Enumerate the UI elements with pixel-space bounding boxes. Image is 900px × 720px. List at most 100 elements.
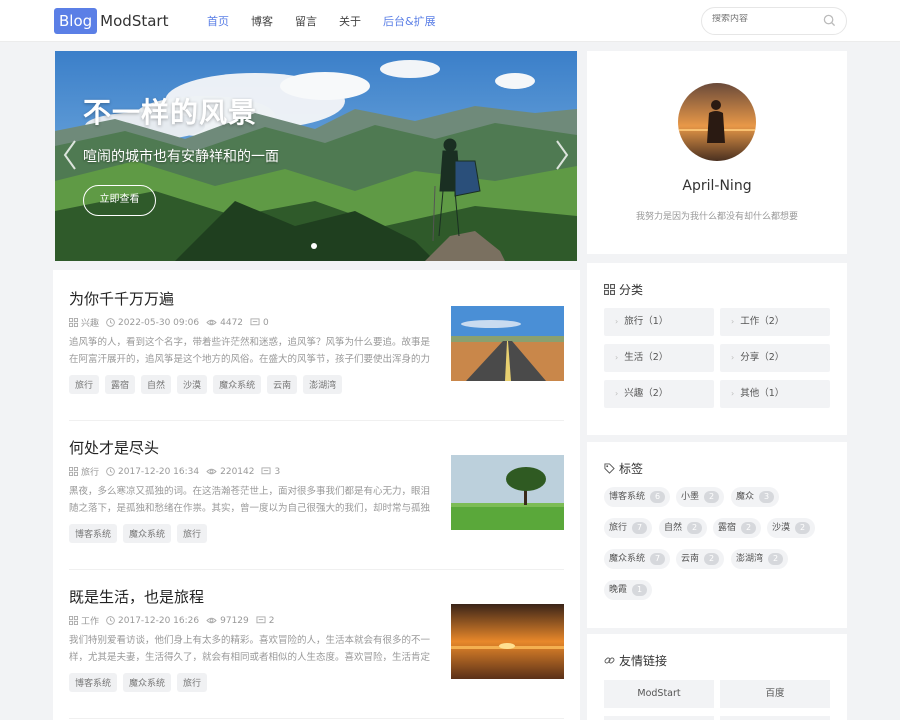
post-tag[interactable]: 博客系统 xyxy=(69,673,118,692)
post-thumbnail-tree[interactable] xyxy=(451,455,564,530)
post-category[interactable]: 工作 xyxy=(69,614,99,627)
search-box[interactable] xyxy=(701,7,847,35)
profile-name: April-Ning xyxy=(682,178,752,194)
comment-icon xyxy=(250,318,260,326)
tag-count: 7 xyxy=(632,522,648,534)
search-input[interactable] xyxy=(712,14,812,24)
site-logo[interactable]: Blog ModStart xyxy=(54,8,168,34)
post-views: 220142 xyxy=(206,467,254,477)
post-tag[interactable]: 旅行 xyxy=(177,524,208,543)
post-thumbnail-sunset[interactable] xyxy=(451,604,564,679)
post-category[interactable]: 兴趣 xyxy=(69,316,99,329)
tag-chip[interactable]: 旅行 7 xyxy=(604,518,653,538)
link-icon xyxy=(604,657,615,664)
banner-view-button[interactable]: 立即查看 xyxy=(83,185,156,216)
category-item[interactable]: › 旅行（1） xyxy=(604,308,714,336)
tag-chip[interactable]: 云南 2 xyxy=(676,549,725,569)
post-item[interactable]: 为你千千万万遍 兴趣 2022-05-30 09:06 4472 0 追风筝的人… xyxy=(69,288,564,394)
tag-count: 2 xyxy=(768,553,784,565)
friend-link[interactable]: ModStart xyxy=(604,680,714,708)
post-tag[interactable]: 博客系统 xyxy=(69,524,118,543)
tag-chip[interactable]: 露宿 2 xyxy=(713,518,762,538)
search-icon[interactable] xyxy=(823,14,836,27)
friend-links-card: 友情链接 ModStart 百度 xyxy=(587,634,847,720)
post-tag[interactable]: 沙漠 xyxy=(177,375,208,394)
category-item[interactable]: › 工作（2） xyxy=(720,308,830,336)
grid-icon xyxy=(69,616,78,625)
tags-title: 标签 xyxy=(619,462,644,476)
tag-count: 1 xyxy=(632,584,648,596)
post-tag[interactable]: 澎湖湾 xyxy=(303,375,343,394)
post-divider xyxy=(69,420,564,421)
eye-icon xyxy=(206,468,217,475)
category-item[interactable]: › 分享（2） xyxy=(720,344,830,372)
nav-message[interactable]: 留言 xyxy=(295,13,317,29)
friend-link[interactable]: 百度 xyxy=(720,680,830,708)
post-tags: 旅行 露宿 自然 沙漠 魔众系统 云南 澎湖湾 xyxy=(69,375,348,394)
nav-home[interactable]: 首页 xyxy=(207,13,229,29)
post-category-label: 兴趣 xyxy=(81,319,100,329)
eye-icon xyxy=(206,617,217,624)
hero-banner[interactable]: 不一样的风景 喧闹的城市也有安静祥和的一面 立即查看 xyxy=(55,51,577,261)
nav-admin[interactable]: 后台&扩展 xyxy=(383,13,436,29)
post-meta: 兴趣 2022-05-30 09:06 4472 0 xyxy=(69,316,276,329)
post-tag[interactable]: 云南 xyxy=(267,375,298,394)
tag-chip[interactable]: 晚霞 1 xyxy=(604,580,653,600)
chevron-left-icon[interactable] xyxy=(63,139,77,171)
post-date: 2022-05-30 09:06 xyxy=(106,318,199,328)
banner-subtitle: 喧闹的城市也有安静祥和的一面 xyxy=(83,149,279,165)
main-nav: 首页 博客 留言 关于 后台&扩展 xyxy=(207,13,458,29)
tag-chip[interactable]: 自然 2 xyxy=(659,518,708,538)
tag-chip[interactable]: 魔众系统 7 xyxy=(604,549,671,569)
post-tag[interactable]: 自然 xyxy=(141,375,172,394)
tag-name: 云南 xyxy=(681,554,700,564)
tag-chip[interactable]: 沙漠 2 xyxy=(767,518,816,538)
tag-chip[interactable]: 魔众 3 xyxy=(731,487,780,507)
friend-link-placeholder[interactable] xyxy=(720,716,830,720)
carousel-dot[interactable] xyxy=(311,243,317,249)
avatar[interactable] xyxy=(678,83,756,161)
tag-chip[interactable]: 博客系统 6 xyxy=(604,487,671,507)
category-item[interactable]: › 兴趣（2） xyxy=(604,380,714,408)
post-comments-count: 0 xyxy=(263,317,269,328)
post-date: 2017-12-20 16:34 xyxy=(106,467,199,477)
post-comments: 0 xyxy=(250,318,269,328)
post-date-label: 2017-12-20 16:26 xyxy=(118,615,200,626)
category-item[interactable]: › 其他（1） xyxy=(720,380,830,408)
links-heading: 友情链接 xyxy=(604,652,667,669)
post-views: 4472 xyxy=(206,318,243,328)
category-label: 工作（2） xyxy=(740,316,785,327)
post-comments-count: 3 xyxy=(274,466,281,477)
tag-name: 露宿 xyxy=(718,523,737,533)
grid-icon xyxy=(69,467,78,476)
post-tag[interactable]: 魔众系统 xyxy=(213,375,262,394)
nav-about[interactable]: 关于 xyxy=(339,13,361,29)
post-category[interactable]: 旅行 xyxy=(69,465,99,478)
post-tag[interactable]: 旅行 xyxy=(177,673,208,692)
post-tag[interactable]: 露宿 xyxy=(105,375,136,394)
chevron-right-icon[interactable] xyxy=(555,139,569,171)
nav-blog[interactable]: 博客 xyxy=(251,13,273,29)
tag-icon xyxy=(604,463,615,474)
tag-name: 沙漠 xyxy=(772,523,791,533)
logo-badge[interactable]: Blog xyxy=(54,8,98,34)
post-item[interactable]: 既是生活，也是旅程 工作 2017-12-20 16:26 97129 2 我们… xyxy=(69,586,564,692)
categories-card: 分类 › 旅行（1） › 工作（2） › 生活（2） › 分享（2） › 兴趣（2） › 其… xyxy=(587,263,847,435)
category-item[interactable]: › 生活（2） xyxy=(604,344,714,372)
chevron-right-icon: › xyxy=(615,389,619,398)
friend-link-placeholder[interactable] xyxy=(604,716,714,720)
post-comments-count: 2 xyxy=(268,615,275,626)
post-item[interactable]: 何处才是尽头 旅行 2017-12-20 16:34 220142 3 黑夜，多… xyxy=(69,437,564,543)
post-tag[interactable]: 魔众系统 xyxy=(123,673,172,692)
post-thumbnail-road[interactable] xyxy=(451,306,564,381)
tag-chip[interactable]: 澎湖湾 2 xyxy=(731,549,789,569)
post-tag[interactable]: 旅行 xyxy=(69,375,100,394)
post-tag[interactable]: 魔众系统 xyxy=(123,524,172,543)
logo-text[interactable]: ModStart xyxy=(100,12,168,30)
tag-count: 3 xyxy=(759,491,775,503)
post-list: 为你千千万万遍 兴趣 2022-05-30 09:06 4472 0 追风筝的人… xyxy=(53,270,580,720)
tags-card: 标签 博客系统 6 小墨 2 魔众 3 旅行 7 自然 2 露宿 2 沙漠 2 魔众系统 7 云… xyxy=(587,442,847,628)
tag-chip[interactable]: 小墨 2 xyxy=(676,487,725,507)
chevron-right-icon: › xyxy=(731,353,735,362)
tag-name: 自然 xyxy=(664,523,683,533)
